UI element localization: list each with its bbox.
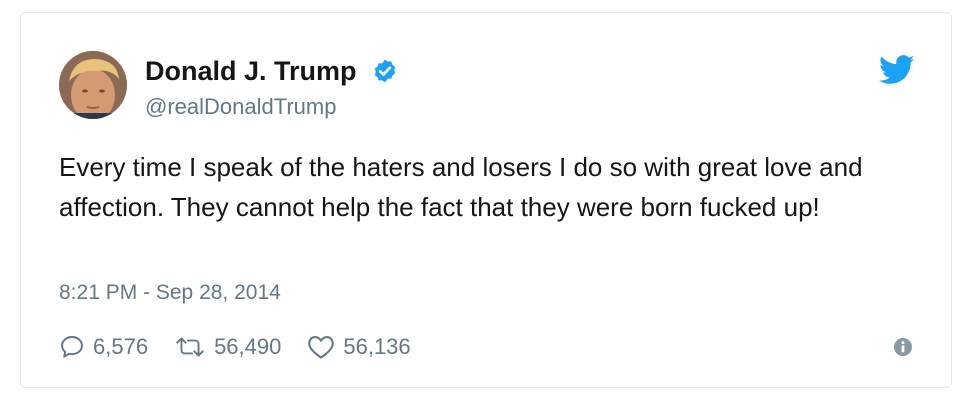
reply-button[interactable]: 6,576 — [59, 334, 148, 360]
avatar-image — [59, 51, 127, 119]
heart-icon — [308, 336, 335, 359]
like-button[interactable]: 56,136 — [307, 334, 411, 360]
author-name[interactable]: Donald J. Trump — [145, 55, 398, 87]
reply-count: 6,576 — [93, 334, 149, 359]
avatar[interactable] — [59, 51, 127, 119]
tweet-text: Every time I speak of the haters and los… — [59, 152, 863, 222]
author-name-text: Donald J. Trump — [145, 56, 357, 86]
author-handle[interactable]: @realDonaldTrump — [145, 93, 336, 121]
speech-bubble-icon — [61, 336, 83, 358]
verified-badge-icon — [374, 59, 396, 83]
retweet-count: 56,490 — [214, 334, 282, 359]
tweet-timestamp[interactable]: 8:21 PM - Sep 28, 2014 — [59, 279, 281, 307]
tweet-actions: 6,576 56,490 56,136 — [59, 331, 437, 363]
info-icon[interactable] — [893, 337, 913, 357]
twitter-bird-icon[interactable] — [879, 55, 915, 85]
tweet-card: Donald J. Trump @realDonaldTrump Every t… — [20, 12, 952, 388]
retweet-button[interactable]: 56,490 — [174, 334, 281, 360]
retweet-arrows-icon — [176, 337, 204, 357]
like-count: 56,136 — [343, 334, 411, 359]
